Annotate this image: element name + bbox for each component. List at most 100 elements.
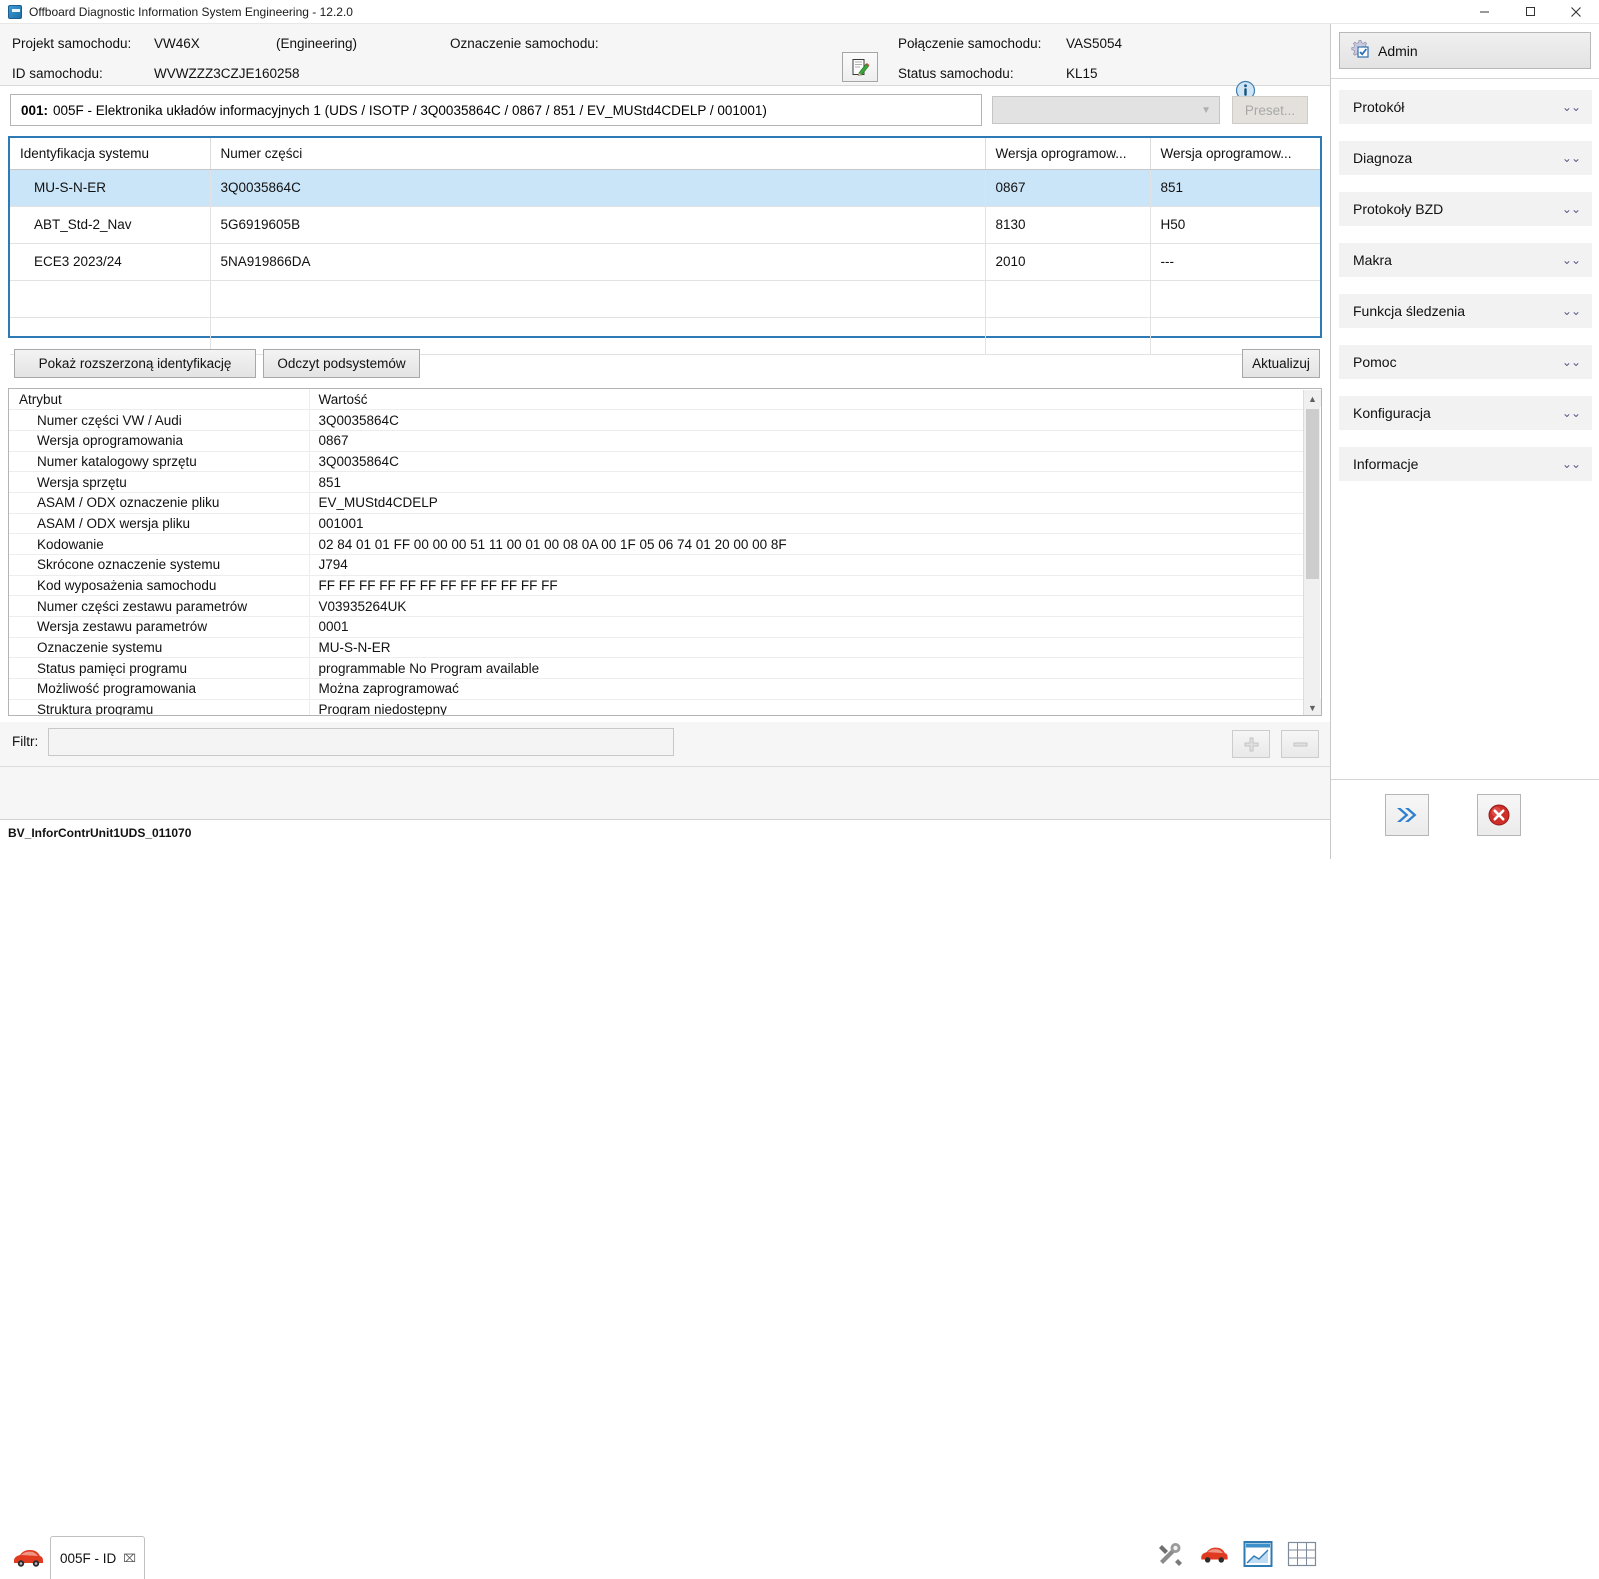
sidebar-item-label: Protokoły BZD (1353, 201, 1444, 217)
scrollbar-thumb[interactable] (1306, 409, 1319, 579)
tab-005f-id[interactable]: 005F - ID ⌧ (50, 1536, 145, 1579)
attribute-list-panel[interactable]: Atrybut Wartość Numer części VW / Audi 3Q00… (8, 388, 1322, 716)
sidebar-item-konfiguracja[interactable]: Konfiguracja ⌄⌄ (1339, 396, 1592, 430)
right-sidebar: Admin Protokół ⌄⌄ Diagnoza ⌄⌄ Protokoły BZD ⌄… (1330, 24, 1599, 859)
attribute-key: Oznaczenie systemu (9, 637, 310, 659)
attribute-value: Można zaprogramować (309, 678, 1304, 700)
chevron-down-icon: ⌄⌄ (1561, 355, 1581, 369)
sidebar-divider (1331, 78, 1599, 79)
sidebar-item-pomoc[interactable]: Pomoc ⌄⌄ (1339, 345, 1592, 379)
user-admin-label: Admin (1378, 42, 1418, 59)
sidebar-item-informacje[interactable]: Informacje ⌄⌄ (1339, 447, 1592, 481)
red-car-icon (12, 1546, 44, 1568)
read-subsystems-button[interactable]: Odczyt podsystemów (263, 349, 420, 378)
minus-icon[interactable] (1281, 730, 1319, 758)
column-header-sw1[interactable]: Wersja oprogramow... (985, 138, 1151, 170)
close-button[interactable] (1553, 0, 1599, 24)
attribute-row[interactable]: Wersja sprzętu 851 (9, 471, 1304, 493)
red-car-icon[interactable] (1198, 1539, 1230, 1569)
plus-icon[interactable] (1232, 730, 1270, 758)
attribute-value: 3Q0035864C (309, 451, 1304, 473)
project-value: VW46X (154, 36, 200, 51)
attribute-value: programmable No Program available (309, 657, 1304, 680)
grid-table-icon[interactable] (1286, 1539, 1318, 1569)
chevron-down-icon: ⌄⌄ (1561, 304, 1581, 318)
chart-window-icon[interactable] (1242, 1539, 1274, 1569)
attribute-row[interactable]: Oznaczenie systemu MU-S-N-ER (9, 637, 1304, 659)
attribute-key: Wersja sprzętu (9, 471, 310, 493)
attribute-row[interactable]: Numer części VW / Audi 3Q0035864C (9, 409, 1304, 431)
user-admin-button[interactable]: Admin (1339, 32, 1591, 69)
attribute-value: 3Q0035864C (309, 409, 1304, 431)
minimize-button[interactable] (1461, 0, 1507, 24)
status-bar-text: BV_InforContrUnit1UDS_011070 (8, 826, 192, 840)
attribute-row[interactable]: Status pamięci programu programmable No P… (9, 657, 1304, 680)
vehicle-header: Projekt samochodu: VW46X (Engineering) O… (0, 24, 1330, 101)
sidebar-item-label: Konfiguracja (1353, 405, 1431, 421)
cell-sw-version-2: H50 (1150, 206, 1320, 244)
attribute-row[interactable]: Wersja oprogramowania 0867 (9, 430, 1304, 452)
scroll-down-icon[interactable]: ▼ (1304, 699, 1321, 715)
table-row[interactable]: ECE3 2023/24 5NA919866DA 2010 --- (10, 243, 1320, 281)
maximize-button[interactable] (1507, 0, 1553, 24)
attribute-value: EV_MUStd4CDELP (309, 492, 1304, 514)
sidebar-item-protok[interactable]: Protokół ⌄⌄ (1339, 90, 1592, 124)
chevron-down-icon: ⌄⌄ (1561, 253, 1581, 267)
attribute-row[interactable]: Kod wyposażenia samochodu FF FF FF FF FF … (9, 575, 1304, 597)
attribute-row[interactable]: Numer katalogowy sprzętu 3Q0035864C (9, 451, 1304, 473)
double-chevron-right-icon[interactable] (1385, 794, 1429, 836)
attribute-row[interactable]: Skrócone oznaczenie systemu J794 (9, 554, 1304, 576)
attribute-key: Numer części zestawu parametrów (9, 595, 310, 618)
sidebar-item-label: Makra (1353, 252, 1392, 268)
filter-label: Filtr: (12, 734, 39, 749)
attribute-row[interactable]: ASAM / ODX wersja pliku 001001 (9, 513, 1304, 535)
attribute-value: 001001 (309, 513, 1304, 535)
update-button[interactable]: Aktualizuj (1242, 349, 1320, 378)
attribute-key: Struktura programu (9, 699, 310, 715)
red-x-circle-icon[interactable] (1477, 794, 1521, 836)
ecu-identification-bar[interactable]: 001: 005F - Elektronika układów informac… (10, 94, 982, 126)
cell-sw-version-1: 8130 (985, 206, 1151, 244)
attribute-row[interactable]: Struktura programu Program niedostępny (9, 699, 1304, 715)
preset-combobox[interactable]: ▼ (992, 96, 1220, 124)
cell-part: 5NA919866DA (210, 243, 986, 281)
table-row[interactable]: MU-S-N-ER 3Q0035864C 0867 851 (10, 169, 1320, 207)
close-icon[interactable]: ⌧ (123, 1552, 136, 1565)
show-extended-identification-button[interactable]: Pokaż rozszerzoną identyfikację (14, 349, 256, 378)
filter-input[interactable] (48, 728, 674, 756)
column-header-part[interactable]: Numer części (210, 138, 986, 170)
scroll-up-icon[interactable]: ▲ (1304, 390, 1321, 407)
attribute-key: ASAM / ODX wersja pliku (9, 513, 310, 535)
cell-sw-version-1 (985, 280, 1151, 318)
tab-label: 005F - ID (60, 1550, 117, 1566)
cell-sw-version-2: --- (1150, 243, 1320, 281)
tools-icon[interactable] (1154, 1539, 1186, 1569)
sidebar-item-protoko-y-bzd[interactable]: Protokoły BZD ⌄⌄ (1339, 192, 1592, 226)
attribute-row[interactable]: Wersja zestawu parametrów 0001 (9, 616, 1304, 638)
connection-value: VAS5054 (1066, 36, 1123, 51)
attribute-key: Numer katalogowy sprzętu (9, 451, 310, 473)
vin-label: ID samochodu: (12, 66, 103, 81)
system-identification-table[interactable]: Identyfikacja systemu Numer części Wersj… (8, 136, 1322, 355)
table-row[interactable]: ABT_Std-2_Nav 5G6919605B 8130 H50 (10, 206, 1320, 244)
sidebar-item-diagnoza[interactable]: Diagnoza ⌄⌄ (1339, 141, 1592, 175)
cell-system: ECE3 2023/24 (10, 243, 211, 281)
sidebar-item-funkcja-ledzenia[interactable]: Funkcja śledzenia ⌄⌄ (1339, 294, 1592, 328)
attribute-row[interactable]: Numer części zestawu parametrów V03935264… (9, 595, 1304, 618)
chevron-down-icon: ▼ (1201, 104, 1211, 116)
attribute-row[interactable]: Kodowanie 02 84 01 01 FF 00 00 00 51 11 0… (9, 533, 1304, 555)
column-header-sw2[interactable]: Wersja oprogramow... (1150, 138, 1320, 170)
attribute-key: Możliwość programowania (9, 678, 310, 700)
notepad-pencil-icon[interactable] (842, 52, 878, 82)
attribute-row[interactable]: Możliwość programowania Można zaprogramow… (9, 678, 1304, 700)
connection-label: Połączenie samochodu: (898, 36, 1042, 51)
bottom-toolbar (1154, 1539, 1318, 1569)
table-row[interactable] (10, 280, 1320, 318)
sidebar-item-makra[interactable]: Makra ⌄⌄ (1339, 243, 1592, 277)
cell-sw-version-1: 2010 (985, 243, 1151, 281)
attribute-list-scrollbar[interactable]: ▲ ▼ (1303, 390, 1321, 715)
column-header-system[interactable]: Identyfikacja systemu (10, 138, 211, 170)
attribute-row[interactable]: ASAM / ODX oznaczenie pliku EV_MUStd4CDEL… (9, 492, 1304, 514)
preset-button[interactable]: Preset... (1232, 96, 1308, 124)
cell-part: 5G6919605B (210, 206, 986, 244)
